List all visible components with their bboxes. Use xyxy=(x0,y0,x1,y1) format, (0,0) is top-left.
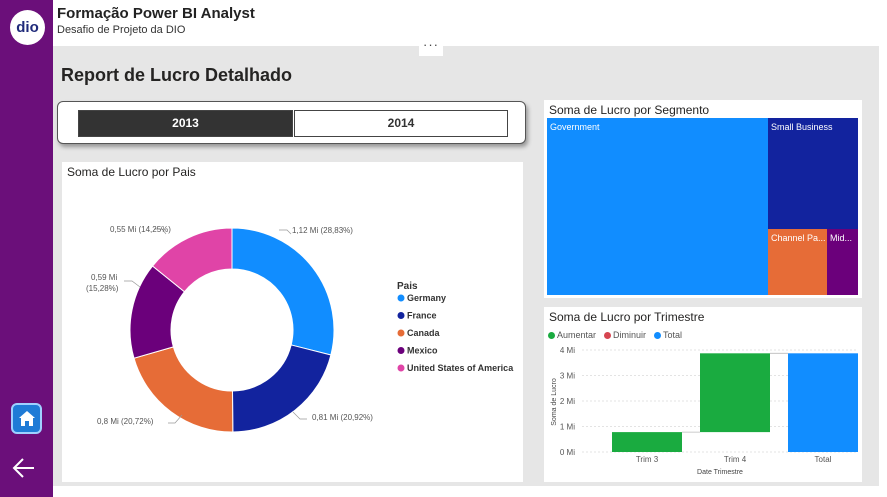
y-tick-label: 4 Mi xyxy=(560,346,575,355)
legend-marker xyxy=(397,312,405,319)
home-button[interactable] xyxy=(11,403,42,434)
slice-label-mexico-pct: (15,28%) xyxy=(86,284,119,293)
treemap-tile-small-business[interactable]: Small Business xyxy=(768,118,858,229)
x-tick-label: Trim 4 xyxy=(724,455,747,464)
treemap-label-midmarket: Mid... xyxy=(830,233,853,243)
year-slicer: 2013 2014 xyxy=(57,101,526,144)
back-button[interactable] xyxy=(10,453,40,483)
treemap-tile-midmarket[interactable]: Mid... xyxy=(827,229,858,295)
legend-item-germany[interactable]: Germany xyxy=(407,293,446,303)
report-title: Report de Lucro Detalhado xyxy=(61,65,293,85)
waterfall-bar-total[interactable] xyxy=(788,353,858,452)
x-tick-label: Trim 3 xyxy=(636,455,659,464)
y-tick-label: 0 Mi xyxy=(560,448,575,457)
donut-chart-panel: Soma de Lucro por Pais 1,12 Mi (28,83%) … xyxy=(62,162,523,482)
home-icon xyxy=(18,411,35,426)
waterfall-chart-panel: Soma de Lucro por Trimestre Aumentar Dim… xyxy=(544,307,862,482)
y-tick-label: 3 Mi xyxy=(560,372,575,381)
dio-logo: dio xyxy=(10,10,45,45)
waterfall-y-axis-title: Soma de Lucro xyxy=(551,378,558,426)
legend-item-france[interactable]: France xyxy=(407,311,437,321)
header: Formação Power BI Analyst Desafio de Pro… xyxy=(53,0,887,46)
treemap-label-government: Government xyxy=(550,122,600,132)
leader-line xyxy=(292,411,307,420)
logo-text: dio xyxy=(16,19,39,36)
y-tick-label: 2 Mi xyxy=(560,397,575,406)
legend-item-canada[interactable]: Canada xyxy=(407,328,441,338)
donut-chart: 1,12 Mi (28,83%) 0,81 Mi (20,92%) 0,8 Mi… xyxy=(86,225,514,433)
treemap-tile-channel-partners[interactable]: Channel Pa... xyxy=(768,229,827,295)
legend-title: Pais xyxy=(397,281,418,292)
legend-marker xyxy=(397,364,405,372)
slice-label-germany: 1,12 Mi (28,83%) xyxy=(292,226,353,235)
slice-label-france: 0,81 Mi (20,92%) xyxy=(312,413,373,422)
waterfall-chart: 0 Mi 1 Mi 2 Mi 3 Mi 4 Mi Trim 3 Trim 4 Total S… xyxy=(551,346,858,476)
y-tick-label: 1 Mi xyxy=(560,423,575,432)
report-page: dio Formação Power BI Analyst Desafio de… xyxy=(0,0,887,497)
x-tick-label: Total xyxy=(815,455,832,464)
arrow-left-icon xyxy=(12,458,34,478)
app-title: Formação Power BI Analyst xyxy=(57,5,255,22)
legend-item-mexico[interactable]: Mexico xyxy=(407,346,438,356)
treemap-title: Soma de Lucro por Segmento xyxy=(549,103,710,117)
legend-marker xyxy=(397,329,405,337)
slice-label-usa: 0,55 Mi (14,25%) xyxy=(110,225,171,234)
waterfall-bar-trim-4[interactable] xyxy=(700,353,770,433)
waterfall-x-axis-title: Date Trimestre xyxy=(697,469,743,476)
slicer-option-2013[interactable]: 2013 xyxy=(78,110,293,137)
waterfall-bar-trim-3[interactable] xyxy=(612,432,682,452)
treemap-tile-government[interactable]: Government xyxy=(547,118,768,295)
app-subtitle: Desafio de Projeto da DIO xyxy=(57,24,186,36)
slice-label-canada: 0,8 Mi (20,72%) xyxy=(97,417,154,426)
leader-line xyxy=(279,229,292,235)
sidebar: dio xyxy=(0,0,53,497)
legend-marker xyxy=(397,347,405,354)
leader-line xyxy=(124,280,141,288)
legend-marker xyxy=(397,294,405,302)
more-options-icon[interactable]: ··· xyxy=(419,38,443,56)
treemap-panel: Soma de Lucro por Segmento Government Sm… xyxy=(544,100,862,298)
slice-label-mexico-value: 0,59 Mi xyxy=(91,273,117,282)
donut-slice-germany[interactable] xyxy=(231,227,335,356)
treemap-label-small-business: Small Business xyxy=(771,122,833,132)
legend-item-united-states-of-america[interactable]: United States of America xyxy=(407,363,514,373)
treemap-label-channel-partners: Channel Pa... xyxy=(771,233,826,243)
slicer-option-2014[interactable]: 2014 xyxy=(294,110,508,137)
